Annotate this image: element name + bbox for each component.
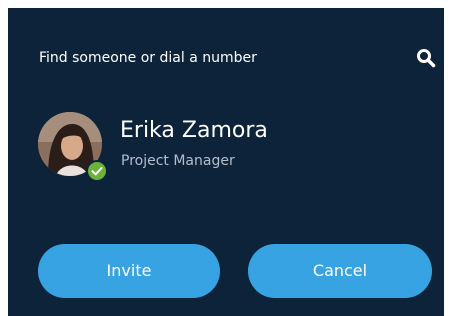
cancel-button[interactable]: Cancel <box>248 244 432 298</box>
invite-button[interactable]: Invite <box>38 244 220 298</box>
presence-available-icon <box>86 160 108 182</box>
contact-title: Project Manager <box>121 153 235 169</box>
invite-dialog: Find someone or dial a number Erika Zamo… <box>8 8 444 316</box>
search-icon[interactable] <box>416 48 436 68</box>
contact-card[interactable]: Erika Zamora Project Manager <box>38 112 418 182</box>
contact-name: Erika Zamora <box>120 118 268 143</box>
search-input[interactable]: Find someone or dial a number <box>39 50 257 66</box>
search-bar[interactable]: Find someone or dial a number <box>8 44 444 74</box>
